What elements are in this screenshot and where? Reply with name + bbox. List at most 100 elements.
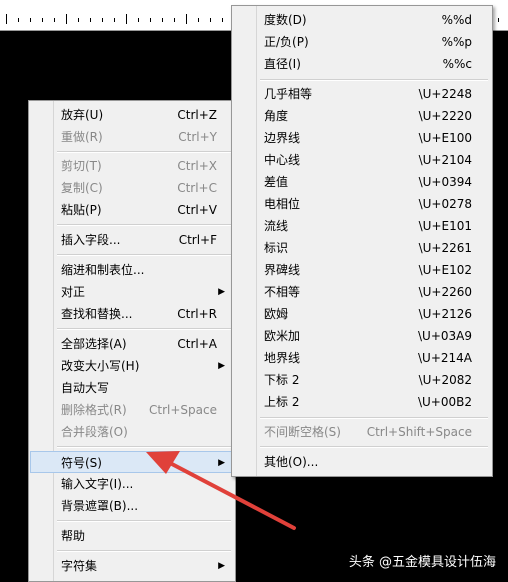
- menu-item-shortcut: Ctrl+R: [177, 307, 217, 321]
- symbol-code: \U+2082: [418, 373, 472, 387]
- menu-item-indent-tabs[interactable]: 缩进和制表位...: [31, 259, 233, 281]
- symbol-item-property-line[interactable]: 地界线 \U+214A: [234, 347, 490, 369]
- menu-item-change-case[interactable]: 改变大小写(H) ▶: [31, 355, 233, 377]
- menu-item-shortcut: Ctrl+X: [177, 159, 217, 173]
- menu-item-label: 查找和替换...: [61, 307, 133, 321]
- menu-item-undo[interactable]: 放弃(U) Ctrl+Z: [31, 104, 233, 126]
- menu-item-label: 地界线: [264, 351, 301, 365]
- symbol-item-degree[interactable]: 度数(D) %%d: [234, 9, 490, 31]
- ruler-tick: [222, 18, 223, 22]
- symbol-item-center-line[interactable]: 中心线 \U+2104: [234, 149, 490, 171]
- symbol-item-delta[interactable]: 差值 \U+0394: [234, 171, 490, 193]
- menu-item-help[interactable]: 帮助: [31, 525, 233, 547]
- symbol-code: \U+00B2: [417, 395, 472, 409]
- symbol-item-monument-line[interactable]: 界碑线 \U+E102: [234, 259, 490, 281]
- menu-item-label: 度数(D): [264, 13, 307, 27]
- menu-separator: [57, 328, 231, 330]
- symbol-item-plus-minus[interactable]: 正/负(P) %%p: [234, 31, 490, 53]
- symbol-item-subscript-2[interactable]: 下标 2 \U+2082: [234, 369, 490, 391]
- menu-item-find-replace[interactable]: 查找和替换... Ctrl+R: [31, 303, 233, 325]
- ruler-tick: [138, 18, 139, 22]
- ruler-tick: [126, 14, 127, 24]
- menu-item-shortcut: Ctrl+V: [177, 203, 217, 217]
- menu-item-label: 符号(S): [61, 456, 102, 470]
- ruler-tick: [186, 14, 187, 24]
- menu-item-label: 电相位: [264, 197, 301, 211]
- menu-item-paste[interactable]: 粘贴(P) Ctrl+V: [31, 199, 233, 221]
- symbol-item-superscript-2[interactable]: 上标 2 \U+00B2: [234, 391, 490, 413]
- menu-item-symbol[interactable]: 符号(S) ▶: [30, 451, 234, 473]
- menu-item-shortcut: Ctrl+A: [177, 337, 217, 351]
- ruler-tick: [210, 18, 211, 22]
- menu-item-label: 改变大小写(H): [61, 359, 140, 373]
- symbol-code: \U+214A: [418, 351, 472, 365]
- ruler-tick: [42, 18, 43, 22]
- ruler-tick: [162, 18, 163, 22]
- menu-item-shortcut: Ctrl+C: [177, 181, 217, 195]
- symbol-item-ohm[interactable]: 欧姆 \U+2126: [234, 303, 490, 325]
- menu-item-label: 缩进和制表位...: [61, 263, 145, 277]
- symbol-item-nbsp[interactable]: 不间断空格(S) Ctrl+Shift+Space: [234, 421, 490, 443]
- symbol-code: \U+E102: [418, 263, 472, 277]
- ruler-tick: [66, 14, 67, 24]
- menu-item-remove-formatting[interactable]: 删除格式(R) Ctrl+Space: [31, 399, 233, 421]
- menu-separator: [57, 224, 231, 226]
- menu-item-label: 粘贴(P): [61, 203, 102, 217]
- symbol-item-flow-line[interactable]: 流线 \U+E101: [234, 215, 490, 237]
- menu-item-label: 放弃(U): [61, 108, 104, 122]
- symbol-item-omega[interactable]: 欧米加 \U+03A9: [234, 325, 490, 347]
- menu-item-label: 帮助: [61, 529, 86, 543]
- symbol-code: \U+2248: [418, 87, 472, 101]
- menu-item-label: 边界线: [264, 131, 301, 145]
- symbol-item-boundary-line[interactable]: 边界线 \U+E100: [234, 127, 490, 149]
- menu-item-insert-field[interactable]: 插入字段... Ctrl+F: [31, 229, 233, 251]
- menu-item-label: 输入文字(I)...: [61, 477, 134, 491]
- ruler-tick: [90, 18, 91, 22]
- symbol-item-electrical-phase[interactable]: 电相位 \U+0278: [234, 193, 490, 215]
- menu-item-label: 欧姆: [264, 307, 289, 321]
- menu-item-auto-caps[interactable]: 自动大写: [31, 377, 233, 399]
- menu-item-label: 重做(R): [61, 130, 103, 144]
- symbol-item-identity[interactable]: 标识 \U+2261: [234, 237, 490, 259]
- ruler-tick: [102, 18, 103, 22]
- menu-item-background-mask[interactable]: 背景遮罩(B)...: [31, 495, 233, 517]
- symbol-item-other[interactable]: 其他(O)...: [234, 451, 490, 473]
- symbol-item-almost-equal[interactable]: 几乎相等 \U+2248: [234, 83, 490, 105]
- ruler-tick: [30, 18, 31, 22]
- menu-item-label: 对正: [61, 285, 86, 299]
- menu-item-label: 差值: [264, 175, 289, 189]
- ruler-tick: [198, 18, 199, 22]
- menu-item-label: 流线: [264, 219, 289, 233]
- submenu-arrow-icon: ▶: [218, 561, 225, 571]
- symbol-code: \U+2220: [418, 109, 472, 123]
- menu-item-cut[interactable]: 剪切(T) Ctrl+X: [31, 155, 233, 177]
- menu-item-label: 界碑线: [264, 263, 301, 277]
- symbol-item-not-equal[interactable]: 不相等 \U+2260: [234, 281, 490, 303]
- menu-separator: [57, 254, 231, 256]
- ruler-tick: [18, 18, 19, 22]
- menu-item-select-all[interactable]: 全部选择(A) Ctrl+A: [31, 333, 233, 355]
- menu-item-label: 不相等: [264, 285, 301, 299]
- menu-item-label: 直径(I): [264, 57, 301, 71]
- symbol-code: %%c: [442, 57, 472, 71]
- menu-separator: [260, 79, 488, 81]
- ruler-tick: [78, 18, 79, 22]
- menu-item-justify[interactable]: 对正 ▶: [31, 281, 233, 303]
- symbol-code: \U+E100: [418, 131, 472, 145]
- symbol-code: \U+E101: [418, 219, 472, 233]
- symbol-item-diameter[interactable]: 直径(I) %%c: [234, 53, 490, 75]
- menu-item-shortcut: Ctrl+Z: [177, 108, 217, 122]
- menu-separator: [260, 417, 488, 419]
- menu-item-input-text[interactable]: 输入文字(I)...: [31, 473, 233, 495]
- menu-separator: [57, 550, 231, 552]
- menu-item-charset[interactable]: 字符集 ▶: [31, 555, 233, 577]
- symbol-code: \U+0394: [418, 175, 472, 189]
- submenu-arrow-icon: ▶: [218, 458, 225, 468]
- menu-item-copy[interactable]: 复制(C) Ctrl+C: [31, 177, 233, 199]
- menu-separator: [57, 520, 231, 522]
- menu-item-redo[interactable]: 重做(R) Ctrl+Y: [31, 126, 233, 148]
- symbol-item-angle[interactable]: 角度 \U+2220: [234, 105, 490, 127]
- menu-item-combine-paragraphs[interactable]: 合并段落(O): [31, 421, 233, 443]
- symbol-code: %%p: [441, 35, 472, 49]
- menu-item-label: 复制(C): [61, 181, 103, 195]
